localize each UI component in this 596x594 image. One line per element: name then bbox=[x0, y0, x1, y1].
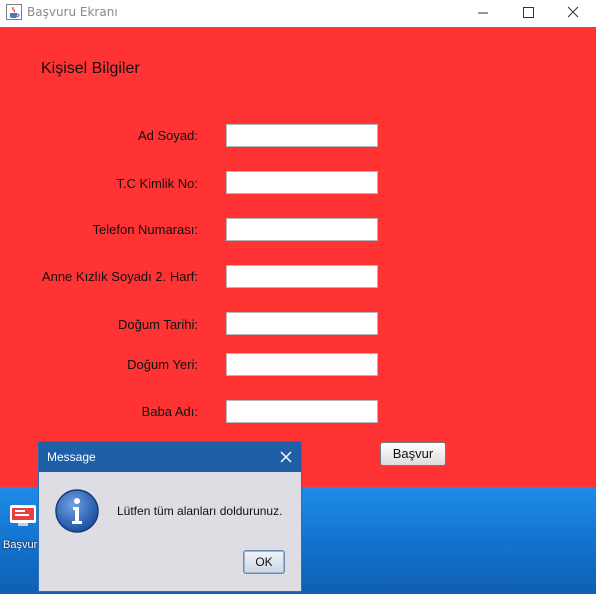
telefon-input[interactable] bbox=[226, 218, 378, 241]
close-icon[interactable] bbox=[277, 448, 295, 466]
java-cup-icon bbox=[6, 4, 22, 20]
basvur-button[interactable]: Başvur bbox=[380, 442, 446, 466]
dogum-tarihi-input[interactable] bbox=[226, 312, 378, 335]
maximize-icon bbox=[523, 7, 534, 18]
dogum-tarihi-label: Doğum Tarihi: bbox=[118, 317, 198, 332]
dialog-message: Lütfen tüm alanları doldurunuz. bbox=[117, 504, 283, 518]
maximize-button[interactable] bbox=[505, 0, 551, 26]
minimize-button[interactable] bbox=[460, 0, 506, 26]
desktop-icon-label: Başvur bbox=[3, 539, 38, 551]
ok-button[interactable]: OK bbox=[243, 550, 285, 574]
section-title: Kişisel Bilgiler bbox=[41, 60, 140, 77]
window-titlebar[interactable]: Başvuru Ekranı bbox=[0, 0, 596, 26]
ad-soyad-label: Ad Soyad: bbox=[138, 128, 198, 143]
anne-kizlik-label: Anne Kızlık Soyadı 2. Harf: bbox=[41, 269, 198, 284]
baba-adi-label: Baba Adı: bbox=[141, 404, 198, 419]
ad-soyad-input[interactable] bbox=[226, 124, 378, 147]
telefon-label: Telefon Numarası: bbox=[92, 222, 199, 237]
dogum-yeri-label: Doğum Yeri: bbox=[127, 357, 198, 372]
app-shortcut-icon[interactable] bbox=[8, 499, 38, 529]
baba-adi-input[interactable] bbox=[226, 400, 378, 423]
form-panel: Kişisel Bilgiler Ad Soyad: T.C Kimlik No… bbox=[0, 27, 596, 487]
tc-kimlik-label: T.C Kimlik No: bbox=[116, 176, 198, 191]
dogum-yeri-input[interactable] bbox=[226, 353, 378, 376]
minimize-icon bbox=[478, 12, 488, 14]
dialog-title: Message bbox=[47, 450, 96, 464]
close-icon bbox=[567, 6, 579, 18]
anne-kizlik-input[interactable] bbox=[226, 265, 378, 288]
dialog-titlebar[interactable]: Message bbox=[39, 442, 301, 472]
close-button[interactable] bbox=[550, 0, 596, 26]
message-dialog: Message Lütfen tüm alanları doldurunuz. … bbox=[38, 441, 302, 592]
info-icon bbox=[55, 489, 99, 533]
tc-kimlik-input[interactable] bbox=[226, 171, 378, 194]
window-title: Başvuru Ekranı bbox=[27, 5, 118, 19]
